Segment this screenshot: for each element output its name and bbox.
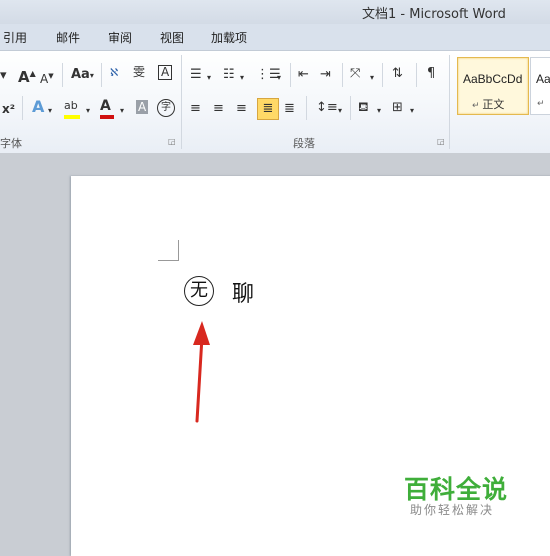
tab-review[interactable]: 审阅 [108,29,132,46]
title-bar: 文档1 - Microsoft Word [0,0,550,24]
decrease-indent-icon[interactable]: ⇤ [298,67,309,83]
style-preview: Aa [536,72,550,86]
separator [416,63,417,87]
grow-font-button[interactable]: A▲ [18,66,36,85]
shading-icon[interactable]: ⛾ [358,100,369,116]
font-color-dropdown-icon[interactable]: ▾ [120,103,124,119]
separator [22,96,23,120]
phonetic-guide-icon[interactable]: 雯 [133,64,145,80]
separator [382,63,383,87]
style-normal-selected[interactable]: AaBbCcDd ↵ 正文 [457,57,529,115]
char-border-button[interactable]: A [158,65,173,80]
tab-view[interactable]: 视图 [160,29,184,46]
shrink-font-button[interactable]: A▼ [40,68,54,87]
group-separator [449,55,450,149]
group-separator [181,55,182,149]
annotation-arrow-icon [193,321,210,423]
bullets-icon[interactable]: ☰ [190,67,202,83]
window-title: 文档1 - Microsoft Word [362,7,506,22]
increase-indent-icon[interactable]: ⇥ [320,67,331,83]
text-effects-dropdown-icon[interactable]: ▾ [48,103,52,119]
font-dialog-launcher-icon[interactable]: ◲ [168,137,176,146]
distributed-icon[interactable]: ≣ [284,101,295,117]
separator [306,96,307,120]
enclosed-character[interactable]: 无 [184,276,214,306]
style-next[interactable]: Aa ↵ [530,57,550,115]
watermark-subtitle: 助你轻松解决 [410,503,495,517]
bullets-dropdown-icon[interactable]: ▾ [207,70,211,86]
tab-mailings[interactable]: 邮件 [56,29,80,46]
paragraph-dialog-launcher-icon[interactable]: ◲ [437,137,445,146]
separator [62,63,63,87]
change-case-button[interactable]: Aa▾ [71,67,94,84]
paragraph-group-label: 段落 [293,137,315,150]
superscript-button[interactable]: x² [2,101,15,117]
separator [350,96,351,120]
style-marker: ↵ [537,99,545,109]
tab-addins[interactable]: 加载项 [211,29,247,46]
align-right-icon[interactable]: ≡ [236,101,247,117]
chinese-layout-dropdown-icon[interactable]: ▾ [370,70,374,86]
justify-button-selected[interactable]: ≣ [257,98,279,120]
clear-format-icon[interactable]: ℵ [110,65,118,81]
chinese-layout-icon[interactable]: ⤧ [350,66,360,82]
separator [290,63,291,87]
highlight-dropdown-icon[interactable]: ▾ [86,103,90,119]
highlight-icon[interactable]: ab [64,98,80,119]
separator [342,63,343,87]
style-preview: AaBbCcDd [463,72,523,86]
font-size-dropdown-icon[interactable]: ▾ [0,68,7,84]
font-color-icon[interactable]: A [100,98,114,119]
tab-references[interactable]: 引用 [3,29,27,46]
text-effects-icon[interactable]: A [32,99,44,115]
separator [101,63,102,87]
margin-corner-mark [158,240,179,261]
line-spacing-dropdown-icon[interactable]: ▾ [338,103,342,119]
enclose-characters-button[interactable]: 字 [157,99,175,117]
multilevel-dropdown-icon[interactable]: ▾ [277,70,281,86]
font-group-label: 字体 [0,137,22,150]
center-icon[interactable]: ≡ [213,101,224,117]
ribbon-tabs: 引用 邮件 审阅 视图 加载项 [0,24,550,50]
shading-dropdown-icon[interactable]: ▾ [377,103,381,119]
line-spacing-icon[interactable]: ↕≡ [316,100,338,116]
align-left-icon[interactable]: ≡ [190,101,201,117]
document-text[interactable]: 聊 [232,276,254,308]
show-formatting-icon[interactable]: ¶ [427,66,435,82]
borders-icon[interactable]: ⊞ [392,100,403,116]
sort-icon[interactable]: ⇅ [392,66,403,82]
char-shading-icon[interactable]: A [136,100,149,114]
style-name: ↵ 正文 [472,98,505,111]
numbering-icon[interactable]: ☷ [223,67,235,83]
numbering-dropdown-icon[interactable]: ▾ [240,70,244,86]
ribbon: ▾ A▲ A▼ Aa▾ ℵ 雯 A x² A ▾ ab ▾ A ▾ A 字 字体… [0,50,550,154]
borders-dropdown-icon[interactable]: ▾ [410,103,414,119]
